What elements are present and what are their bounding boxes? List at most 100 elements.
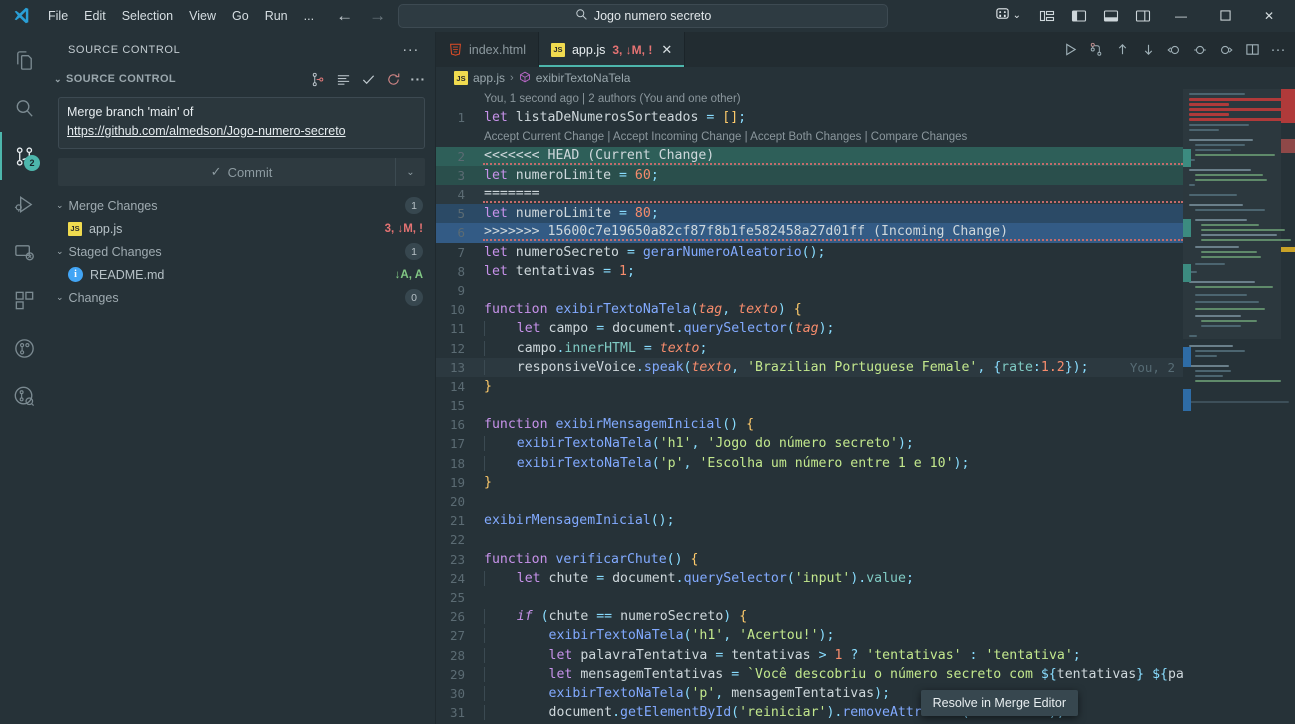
code-line: 25 xyxy=(436,588,1183,607)
line-number: 15 xyxy=(449,398,465,414)
tab-close-icon[interactable]: ✕ xyxy=(661,42,672,58)
breadcrumb-file[interactable]: app.js xyxy=(473,71,505,85)
commit-button[interactable]: ✓ Commit ⌄ xyxy=(58,158,425,186)
code-line-text: exibirTextoNaTela('h1', 'Acertou!'); xyxy=(483,628,1183,644)
line-number: 6 xyxy=(457,225,465,241)
line-number: 7 xyxy=(457,244,465,260)
info-file-icon: i xyxy=(68,267,83,282)
menu-selection[interactable]: Selection xyxy=(114,6,181,26)
line-number: 29 xyxy=(449,666,465,682)
menu-file[interactable]: File xyxy=(40,6,76,26)
more-actions-icon[interactable]: ··· xyxy=(1265,35,1291,65)
line-number: 1 xyxy=(457,110,465,126)
arrow-up-icon[interactable] xyxy=(1109,35,1135,65)
code-line: 22 xyxy=(436,530,1183,549)
toggle-primary-sidebar-icon[interactable] xyxy=(1063,2,1095,30)
scm-group-label: Staged Changes xyxy=(68,244,162,259)
editor-minimap[interactable] xyxy=(1183,89,1295,724)
run-icon[interactable] xyxy=(1057,35,1083,65)
tab-label: app.js xyxy=(571,42,606,57)
activity-gitlens-icon[interactable] xyxy=(0,372,48,420)
resolve-in-merge-editor-button[interactable]: Resolve in Merge Editor xyxy=(920,690,1078,716)
git-compare-icon[interactable] xyxy=(1083,35,1109,65)
line-number: 18 xyxy=(449,455,465,471)
tab-app-js[interactable]: JS app.js 3, ↓M, ! ✕ xyxy=(538,32,686,67)
scm-more-icon[interactable]: ··· xyxy=(407,68,429,90)
back-arrow-icon[interactable]: ← xyxy=(336,7,353,24)
toggle-secondary-sidebar-icon[interactable] xyxy=(1127,2,1159,30)
code-line: 20 xyxy=(436,492,1183,511)
activity-source-control-icon[interactable]: 2 xyxy=(0,132,48,180)
method-cube-icon xyxy=(519,71,531,86)
commit-message-input[interactable]: Merge branch 'main' of https://github.co… xyxy=(58,97,425,149)
code-line-separator-marker: 4 ======= xyxy=(436,184,1183,205)
commit-message-line-2: https://github.com/almedson/Jogo-numero-… xyxy=(67,124,346,138)
view-as-tree-icon[interactable] xyxy=(307,68,329,90)
next-conflict-icon[interactable] xyxy=(1213,35,1239,65)
current-conflict-icon[interactable] xyxy=(1187,35,1213,65)
toggle-panel-layout-icon[interactable] xyxy=(1031,2,1063,30)
command-search-input[interactable]: Jogo numero secreto xyxy=(398,3,889,28)
title-bar-right: ⌄ — ✕ xyxy=(995,1,1291,31)
code-line: 19 } xyxy=(436,473,1183,492)
menu-more[interactable]: ... xyxy=(296,6,322,26)
forward-arrow-icon[interactable]: → xyxy=(369,7,386,24)
line-number: 20 xyxy=(449,494,465,510)
line-number: 22 xyxy=(449,532,465,548)
prev-conflict-icon[interactable] xyxy=(1161,35,1187,65)
line-number: 24 xyxy=(449,570,465,586)
activity-explorer-icon[interactable] xyxy=(0,36,48,84)
toggle-panel-icon[interactable] xyxy=(1095,2,1127,30)
window-close-button[interactable]: ✕ xyxy=(1247,1,1291,31)
scm-group-count: 0 xyxy=(405,289,423,306)
commit-check-icon[interactable] xyxy=(357,68,379,90)
menu-view[interactable]: View xyxy=(181,6,224,26)
commit-button-label: Commit xyxy=(227,164,273,180)
remote-window-indicator[interactable]: ⌄ xyxy=(995,6,1021,26)
sidebar-more-actions-icon[interactable]: ··· xyxy=(394,41,427,58)
list-view-icon[interactable] xyxy=(332,68,354,90)
minimap-current-change-marker-3 xyxy=(1183,264,1191,282)
scm-file-status: 3, ↓M, ! xyxy=(384,222,423,235)
menu-edit[interactable]: Edit xyxy=(76,6,114,26)
window-minimize-button[interactable]: — xyxy=(1159,1,1203,31)
code-line-text: ======= xyxy=(483,186,1183,204)
line-number: 16 xyxy=(449,417,465,433)
line-number: 17 xyxy=(449,436,465,452)
activity-extensions-icon[interactable] xyxy=(0,276,48,324)
menu-go[interactable]: Go xyxy=(224,6,257,26)
code-line-text: document.getElementById('reiniciar').rem… xyxy=(483,705,1183,721)
navigation-arrows: ← → xyxy=(336,7,386,24)
merge-conflict-codelens-row[interactable]: Accept Current Change | Accept Incoming … xyxy=(436,127,1183,146)
split-editor-icon[interactable] xyxy=(1239,35,1265,65)
window-maximize-button[interactable] xyxy=(1203,1,1247,31)
minimap-current-change-marker xyxy=(1183,149,1191,167)
activity-git-graph-icon[interactable] xyxy=(0,324,48,372)
tab-index-html[interactable]: index.html xyxy=(436,32,539,67)
blame-annotation-row: You, 1 second ago | 2 authors (You and o… xyxy=(436,89,1183,108)
scm-file-row-appjs[interactable]: JS app.js 3, ↓M, ! xyxy=(48,217,435,240)
menu-run[interactable]: Run xyxy=(257,6,296,26)
code-line-text: function exibirTextoNaTela(tag, texto) { xyxy=(484,302,802,318)
code-line: 21 exibirMensagemInicial(); xyxy=(436,511,1183,530)
line-number: 19 xyxy=(449,474,465,490)
scm-group-merge-changes[interactable]: ⌄ Merge Changes 1 xyxy=(48,194,435,217)
scm-section-header[interactable]: ⌄ SOURCE CONTROL ··· xyxy=(48,67,435,91)
code-line-text: } xyxy=(484,474,492,490)
activity-run-debug-icon[interactable] xyxy=(0,180,48,228)
activity-search-icon[interactable] xyxy=(0,84,48,132)
commit-dropdown-button[interactable]: ⌄ xyxy=(395,158,425,186)
scm-group-changes[interactable]: ⌄ Changes 0 xyxy=(48,286,435,309)
code-line-text: if (chute == numeroSecreto) { xyxy=(483,609,1183,625)
activity-remote-explorer-icon[interactable] xyxy=(0,228,48,276)
scm-file-name: app.js xyxy=(89,221,123,236)
refresh-icon[interactable] xyxy=(382,68,404,90)
scm-group-staged-changes[interactable]: ⌄ Staged Changes 1 xyxy=(48,240,435,263)
scm-file-row-readme[interactable]: i README.md ↓A, A xyxy=(48,263,435,286)
breadcrumb-symbol[interactable]: exibirTextoNaTela xyxy=(536,71,631,85)
merge-conflict-codelens[interactable]: Accept Current Change | Accept Incoming … xyxy=(483,127,1183,146)
arrow-down-icon[interactable] xyxy=(1135,35,1161,65)
code-lines-container[interactable]: You, 1 second ago | 2 authors (You and o… xyxy=(436,89,1183,724)
chevron-down-icon: ⌄ xyxy=(56,292,64,302)
code-line: 16 function exibirMensagemInicial() { xyxy=(436,415,1183,434)
